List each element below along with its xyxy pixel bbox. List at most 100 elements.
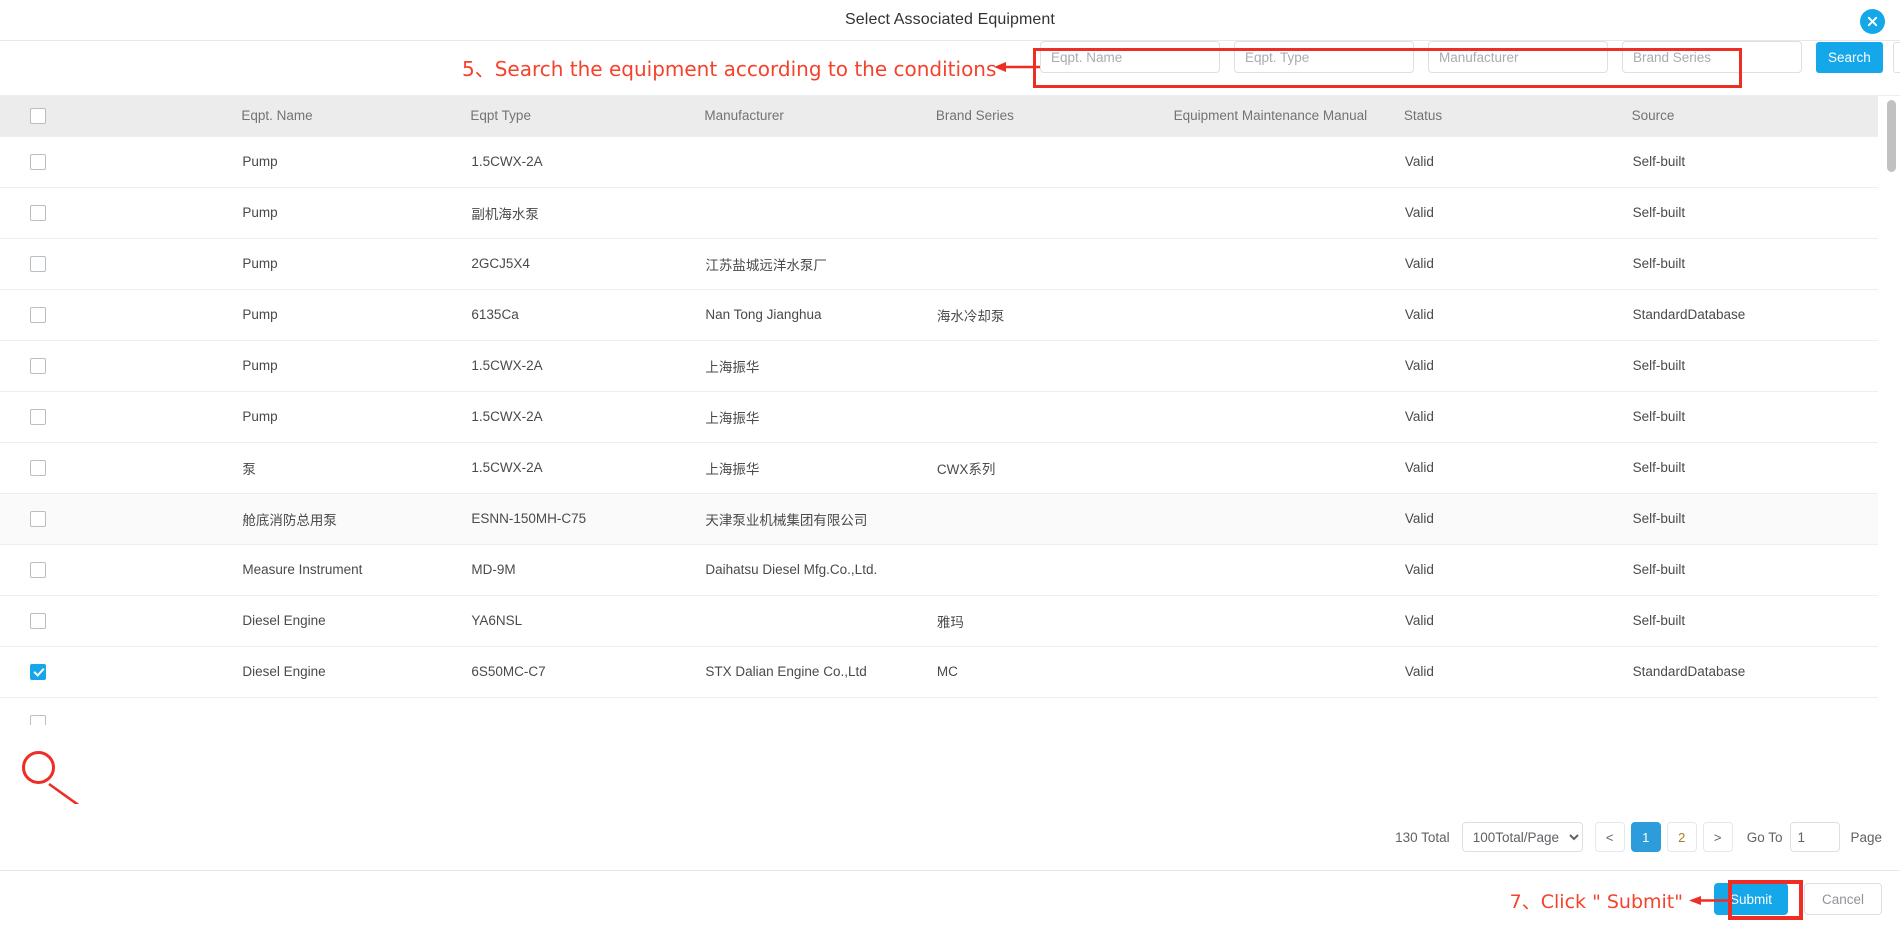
cell-status: Valid	[1403, 136, 1632, 188]
cell-source	[1631, 697, 1878, 725]
cell-maintenance-manual	[1173, 697, 1404, 725]
next-page-button[interactable]: >	[1702, 822, 1733, 852]
row-checkbox[interactable]	[30, 612, 46, 629]
prev-page-button[interactable]: <	[1594, 822, 1625, 852]
row-select-cell[interactable]	[0, 136, 242, 188]
table-row[interactable]	[0, 697, 1878, 725]
cell-manufacturer: STX Dalian Engine Co.,Ltd	[704, 646, 936, 698]
row-select-cell[interactable]	[0, 697, 242, 725]
cell-eqpt-type: 1.5CWX-2A	[470, 136, 705, 188]
cell-manufacturer	[704, 136, 936, 188]
column-source[interactable]: Source	[1631, 96, 1878, 137]
row-select-cell[interactable]	[0, 595, 242, 647]
cell-eqpt-name: Pump	[241, 289, 471, 341]
row-checkbox[interactable]	[30, 306, 46, 323]
pagination: 130 Total 10Total/Page20Total/Page50Tota…	[0, 804, 1900, 870]
cell-maintenance-manual	[1173, 289, 1404, 341]
column-select-all	[0, 96, 242, 137]
column-brand-series[interactable]: Brand Series	[935, 96, 1174, 137]
row-checkbox[interactable]	[30, 357, 46, 374]
table-row[interactable]: Pump 1.5CWX-2A 上海振华 Valid Self-built	[0, 340, 1878, 392]
row-checkbox[interactable]	[30, 459, 46, 476]
cell-manufacturer: Nan Tong Jianghua	[704, 289, 936, 341]
cell-status: Valid	[1403, 646, 1632, 698]
search-input-manufacturer[interactable]	[1428, 41, 1608, 73]
goto-page-input[interactable]	[1790, 822, 1841, 852]
highlight-selected-checkbox	[22, 751, 55, 784]
cell-maintenance-manual	[1173, 136, 1404, 188]
cell-manufacturer: 江苏盐城远洋水泵厂	[704, 238, 936, 290]
row-checkbox[interactable]	[30, 663, 46, 680]
cell-source: Self-built	[1631, 442, 1878, 494]
cell-brand-series	[935, 544, 1174, 596]
select-all-checkbox[interactable]	[30, 107, 46, 124]
cell-status: Valid	[1403, 442, 1632, 494]
page-button-2[interactable]: 2	[1666, 822, 1697, 852]
search-button[interactable]: Search	[1816, 41, 1883, 73]
cell-eqpt-name: Pump	[241, 391, 471, 443]
cell-brand-series: MC	[935, 646, 1174, 698]
cell-maintenance-manual	[1173, 187, 1404, 239]
clear-button[interactable]: Clear	[1892, 41, 1900, 73]
cell-eqpt-type: MD-9M	[470, 544, 705, 596]
table-row[interactable]: Pump 副机海水泵 Valid Self-built	[0, 187, 1878, 239]
table-row[interactable]: Pump 2GCJ5X4 江苏盐城远洋水泵厂 Valid Self-built	[0, 238, 1878, 290]
row-checkbox[interactable]	[30, 255, 46, 272]
annotation-step5: 5、Search the equipment according to the …	[462, 57, 997, 81]
cell-eqpt-type: YA6NSL	[470, 595, 705, 647]
table-row[interactable]: Diesel Engine 6S50MC-C7 STX Dalian Engine …	[0, 646, 1878, 698]
search-input-brand-series[interactable]	[1622, 41, 1802, 73]
row-checkbox[interactable]	[30, 408, 46, 425]
row-select-cell[interactable]	[0, 238, 242, 290]
page-size-select[interactable]: 10Total/Page20Total/Page50Total/Page100T…	[1461, 822, 1583, 852]
cell-source: Self-built	[1631, 391, 1878, 443]
cell-maintenance-manual	[1173, 544, 1404, 596]
search-input-eqpt-name[interactable]	[1040, 41, 1220, 73]
search-input-eqpt-type[interactable]	[1234, 41, 1414, 73]
cell-eqpt-name: Diesel Engine	[241, 595, 471, 647]
cell-eqpt-type: 2GCJ5X4	[470, 238, 705, 290]
row-select-cell[interactable]	[0, 646, 242, 698]
cell-maintenance-manual	[1173, 238, 1404, 290]
select-equipment-dialog: Select Associated Equipment 5、Search the…	[0, 0, 1900, 927]
annotation-arrow-to-checkbox	[48, 782, 80, 804]
table-scroll-container[interactable]: Eqpt. Name Eqpt Type Manufacturer Brand …	[0, 95, 1900, 725]
column-status[interactable]: Status	[1403, 96, 1632, 137]
table-row[interactable]: Diesel Engine YA6NSL 雅玛 Valid Self-built	[0, 595, 1878, 647]
cell-source: Self-built	[1631, 136, 1878, 188]
table-row[interactable]: Pump 1.5CWX-2A 上海振华 Valid Self-built	[0, 391, 1878, 443]
row-checkbox[interactable]	[30, 204, 46, 221]
row-select-cell[interactable]	[0, 340, 242, 392]
table-row[interactable]: 泵 1.5CWX-2A 上海振华 CWX系列 Valid Self-built	[0, 442, 1878, 494]
cancel-button[interactable]: Cancel	[1803, 883, 1882, 915]
row-select-cell[interactable]	[0, 187, 242, 239]
cell-brand-series	[935, 238, 1174, 290]
column-eqpt-type[interactable]: Eqpt Type	[470, 96, 705, 137]
row-select-cell[interactable]	[0, 493, 242, 545]
row-checkbox[interactable]	[30, 153, 46, 170]
page-button-1[interactable]: 1	[1630, 822, 1661, 852]
row-checkbox[interactable]	[30, 561, 46, 578]
column-maintenance-manual[interactable]: Equipment Maintenance Manual	[1173, 96, 1404, 137]
row-select-cell[interactable]	[0, 391, 242, 443]
column-manufacturer[interactable]: Manufacturer	[704, 96, 936, 137]
row-checkbox[interactable]	[30, 510, 46, 527]
cell-manufacturer: 上海振华	[704, 340, 936, 392]
table-row[interactable]: Pump 6135Ca Nan Tong Jianghua 海水冷却泵 Valid Sta…	[0, 289, 1878, 341]
cell-brand-series	[935, 493, 1174, 545]
cell-eqpt-type: ESNN-150MH-C75	[470, 493, 705, 545]
row-select-cell[interactable]	[0, 442, 242, 494]
table-row[interactable]: 舱底消防总用泵 ESNN-150MH-C75 天津泵业机械集团有限公司 Valid Se…	[0, 493, 1878, 545]
row-checkbox[interactable]	[30, 714, 46, 725]
search-toolbar: 5、Search the equipment according to the …	[0, 41, 1900, 95]
table-row[interactable]: Pump 1.5CWX-2A Valid Self-built	[0, 136, 1878, 188]
cell-brand-series	[935, 136, 1174, 188]
row-select-cell[interactable]	[0, 544, 242, 596]
row-select-cell[interactable]	[0, 289, 242, 341]
close-icon[interactable]	[1860, 9, 1885, 34]
cell-brand-series	[935, 697, 1174, 725]
table-row[interactable]: Measure Instrument MD-9M Daihatsu Diesel M…	[0, 544, 1878, 596]
cell-eqpt-type: 6135Ca	[470, 289, 705, 341]
column-eqpt-name[interactable]: Eqpt. Name	[241, 96, 471, 137]
cell-eqpt-name: 舱底消防总用泵	[241, 493, 471, 545]
